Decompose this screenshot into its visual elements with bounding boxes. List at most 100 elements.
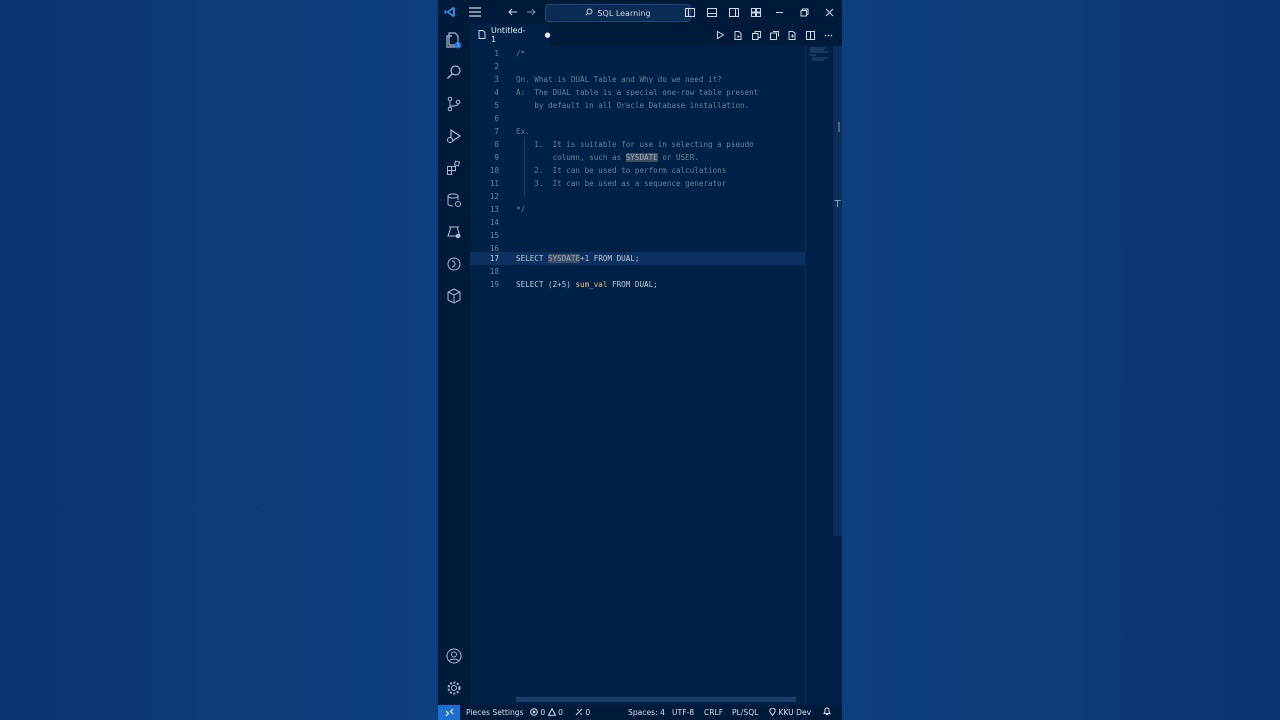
testing-flask-icon[interactable] xyxy=(444,222,464,242)
account-icon[interactable] xyxy=(444,646,464,666)
encoding-item[interactable]: UTF-8 xyxy=(672,705,694,720)
line-number: 8 xyxy=(494,140,499,149)
search-icon xyxy=(585,8,593,18)
code-line: 10 2. It can be used to perform calculat… xyxy=(470,164,805,177)
svg-text:1: 1 xyxy=(457,43,460,49)
line-text: column, such as SYSDATE or USER. xyxy=(516,151,699,164)
vscode-window: SQL Learning 1 Untitled-1 ● 1 /* 2 3 Qn.… xyxy=(438,0,842,720)
manage-gear-icon[interactable] xyxy=(444,678,464,698)
sql-text: FROM DUAL; xyxy=(607,280,658,289)
file-icon xyxy=(478,29,486,41)
activity-bar: 1 xyxy=(438,24,470,705)
line-text: SELECT SYSDATE+1 FROM DUAL; xyxy=(516,252,639,265)
indentation-item[interactable]: Spaces: 4 xyxy=(628,705,665,720)
customize-layout-icon[interactable] xyxy=(745,0,767,24)
line-text: SELECT (2+5) sum_val FROM DUAL; xyxy=(516,278,658,291)
line-number: 12 xyxy=(489,192,499,201)
warning-count: 0 xyxy=(558,708,563,717)
highlighted-word: SYSDATE xyxy=(625,153,658,162)
horizontal-scrollbar[interactable] xyxy=(516,697,796,702)
line-number: 9 xyxy=(494,153,499,162)
more-actions-icon[interactable] xyxy=(820,27,836,43)
unsaved-dot[interactable]: ● xyxy=(545,31,551,39)
tab-title: Untitled-1 xyxy=(491,26,526,44)
sql-keyword: SELECT xyxy=(516,254,549,263)
sql-alias: sum_val xyxy=(575,280,608,289)
toggle-secondary-sidebar-icon[interactable] xyxy=(723,0,745,24)
close-icon[interactable] xyxy=(817,0,842,24)
problems-item[interactable]: 0 0 xyxy=(530,705,563,720)
command-center-search[interactable]: SQL Learning xyxy=(545,4,691,22)
toggle-primary-sidebar-icon[interactable] xyxy=(679,0,701,24)
code-line: 19 SELECT (2+5) sum_val FROM DUAL; xyxy=(470,278,805,291)
tab-untitled-1[interactable]: Untitled-1 ● xyxy=(470,24,551,46)
search-view-icon[interactable] xyxy=(444,62,464,82)
code-line: 11 3. It can be used as a sequence gener… xyxy=(470,177,805,190)
package-icon[interactable] xyxy=(444,286,464,306)
source-control-icon[interactable] xyxy=(444,94,464,114)
line-number: 18 xyxy=(489,267,499,276)
line-text: */ xyxy=(516,205,526,214)
line-number: 2 xyxy=(494,62,499,71)
extensions-icon[interactable] xyxy=(444,158,464,178)
line-number: 10 xyxy=(489,166,499,175)
line-number: 3 xyxy=(494,75,499,84)
line-text: 3. It can be used as a sequence generato… xyxy=(516,179,727,188)
svg-text:T: T xyxy=(833,199,841,210)
code-line: 13 */ xyxy=(470,203,805,216)
code-line: 8 1. It is suitable for use in selecting… xyxy=(470,138,805,151)
code-line: 3 Qn. What is DUAL Table and Why do we ne… xyxy=(470,73,805,86)
vscode-logo-icon xyxy=(438,0,462,24)
run-file-icon[interactable] xyxy=(730,27,746,43)
run-icon[interactable] xyxy=(712,27,728,43)
language-mode-item[interactable]: PL/SQL xyxy=(732,705,758,720)
notifications-bell-icon[interactable] xyxy=(823,705,831,720)
code-line: 4 A: The DUAL table is a special one-row … xyxy=(470,86,805,99)
line-text: /* xyxy=(516,49,526,58)
code-line-current: 17 SELECT SYSDATE+1 FROM DUAL; xyxy=(470,252,805,265)
explorer-icon[interactable]: 1 xyxy=(444,30,464,50)
warning-icon xyxy=(547,707,557,716)
code-line: 5 by default in all Oracle Database inst… xyxy=(470,99,805,112)
selected-word: SYSDATE xyxy=(548,254,581,263)
pieces-settings-item[interactable]: Pieces Settings xyxy=(466,705,524,720)
code-line: 9 column, such as SYSDATE or USER. xyxy=(470,151,805,164)
minimize-icon[interactable] xyxy=(767,0,792,24)
line-text: by default in all Oracle Database instal… xyxy=(516,101,750,110)
forward-arrow-icon[interactable] xyxy=(520,0,542,24)
split-compare-icon[interactable] xyxy=(766,27,782,43)
sql-keyword: SELECT (2+5) xyxy=(516,280,576,289)
open-changes-icon[interactable] xyxy=(784,27,800,43)
line-text: 1. It is suitable for use in selecting a… xyxy=(516,140,754,149)
code-line: 1 /* xyxy=(470,47,805,60)
editor-actions xyxy=(712,24,836,46)
menu-icon[interactable] xyxy=(464,0,486,24)
line-number: 14 xyxy=(489,218,499,227)
line-number: 17 xyxy=(489,254,499,263)
run-debug-icon[interactable] xyxy=(444,126,464,146)
code-editor[interactable]: 1 /* 2 3 Qn. What is DUAL Table and Why do… xyxy=(470,46,805,705)
line-number: 13 xyxy=(489,205,499,214)
code-line: 7 Ex. xyxy=(470,125,805,138)
title-bar: SQL Learning xyxy=(438,0,842,24)
restore-icon[interactable] xyxy=(792,0,817,24)
comment-text: column, such as xyxy=(516,153,626,162)
editor-tab-bar: Untitled-1 ● xyxy=(470,24,842,46)
comment-text: or USER. xyxy=(657,153,699,162)
database-icon[interactable] xyxy=(444,190,464,210)
toggle-panel-icon[interactable] xyxy=(701,0,723,24)
line-number: 15 xyxy=(489,231,499,240)
remote-indicator-icon[interactable] xyxy=(438,705,460,720)
code-line: 18 xyxy=(470,265,805,278)
code-line: 12 xyxy=(470,190,805,203)
profile-label: KKU Dev xyxy=(778,708,812,717)
minimap[interactable] xyxy=(805,46,834,705)
status-bar: Pieces Settings 0 0 0 Spaces: 4 UTF-8 CR… xyxy=(438,705,842,720)
ports-item[interactable]: 0 xyxy=(575,705,590,720)
vertical-scrollbar[interactable]: T xyxy=(833,46,842,536)
eol-item[interactable]: CRLF xyxy=(704,705,723,720)
profile-item[interactable]: KKU Dev xyxy=(769,705,811,720)
split-editor-icon[interactable] xyxy=(802,27,818,43)
remote-explorer-icon[interactable] xyxy=(444,254,464,274)
copy-icon[interactable] xyxy=(748,27,764,43)
